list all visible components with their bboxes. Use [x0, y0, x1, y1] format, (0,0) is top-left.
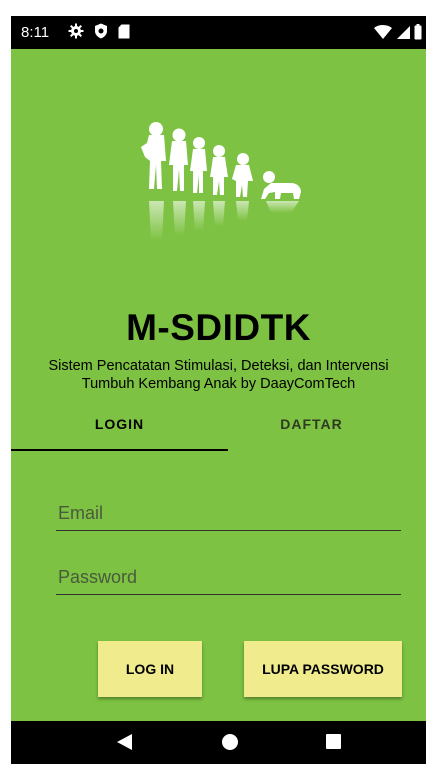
tab-login[interactable]: LOGIN	[11, 409, 228, 454]
back-icon[interactable]	[116, 733, 133, 751]
app-subtitle: Sistem Pencatatan Stimulasi, Deteksi, da…	[11, 357, 426, 393]
login-screen: M-SDIDTK Sistem Pencatatan Stimulasi, De…	[11, 49, 426, 721]
status-time: 8:11	[21, 24, 50, 41]
tab-daftar[interactable]: DAFTAR	[197, 409, 426, 454]
status-icons-left	[68, 23, 130, 39]
password-field[interactable]	[56, 561, 401, 595]
gear-icon	[68, 23, 84, 39]
battery-icon	[414, 24, 422, 40]
auth-tabs: LOGIN DAFTAR	[11, 409, 426, 454]
children-growth-illustration	[141, 122, 301, 241]
subtitle-line-2: Tumbuh Kembang Anak by DaayComTech	[81, 376, 356, 392]
signal-icon	[397, 25, 410, 39]
navigation-bar	[11, 721, 426, 764]
shield-icon	[95, 23, 107, 39]
email-field[interactable]	[56, 497, 401, 531]
login-button[interactable]: LOG IN	[98, 641, 202, 697]
status-bar: 8:11	[11, 16, 426, 49]
home-icon[interactable]	[221, 733, 239, 751]
recents-icon[interactable]	[325, 733, 342, 750]
status-icons-right	[374, 24, 422, 40]
app-title: M-SDIDTK	[126, 307, 311, 348]
forgot-password-button[interactable]: LUPA PASSWORD	[244, 641, 402, 697]
wifi-icon	[374, 24, 392, 39]
phone-screen: 8:11 M-SDIDTK Sistem Pencatatan Stimulas…	[11, 16, 426, 764]
subtitle-line-1: Sistem Pencatatan Stimulasi, Deteksi, da…	[48, 358, 389, 374]
active-tab-indicator	[11, 449, 228, 451]
sd-card-icon	[118, 24, 130, 38]
